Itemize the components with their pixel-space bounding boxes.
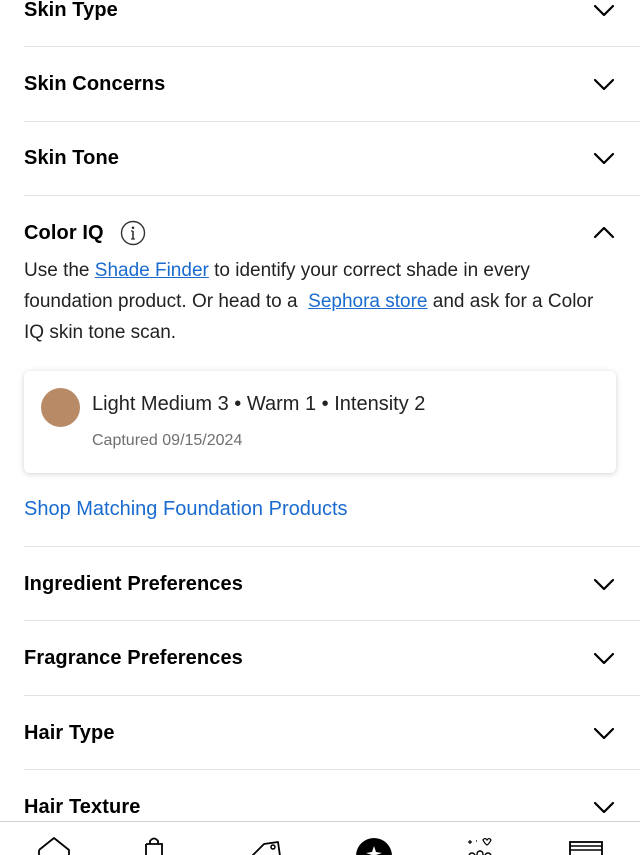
chevron-down-icon — [593, 578, 615, 591]
section-title: Color IQ — [24, 221, 104, 244]
section-skin-tone[interactable]: Skin Tone — [24, 142, 616, 174]
chevron-down-icon — [593, 78, 615, 91]
shop-bag-icon — [145, 837, 163, 855]
chevron-up-icon — [593, 226, 615, 239]
divider — [24, 195, 640, 196]
beauty-insider-icon — [356, 838, 392, 855]
shade-finder-link[interactable]: Shade Finder — [95, 260, 209, 281]
nav-store[interactable] — [566, 836, 606, 855]
home-icon — [38, 837, 70, 855]
chevron-down-icon — [593, 652, 615, 665]
shop-matching-foundation-link[interactable]: Shop Matching Foundation Products — [24, 498, 348, 521]
section-color-iq[interactable]: Color IQ — [24, 217, 616, 249]
divider — [24, 121, 640, 122]
store-icon — [569, 841, 603, 855]
divider — [24, 46, 640, 47]
community-icon — [468, 837, 492, 855]
section-title: Skin Tone — [24, 146, 119, 169]
nav-shop[interactable] — [134, 836, 174, 855]
chevron-down-icon — [593, 727, 615, 740]
divider — [24, 620, 640, 621]
section-title: Hair Texture — [24, 795, 141, 818]
chevron-down-icon — [593, 801, 615, 814]
divider — [24, 695, 640, 696]
shade-swatch — [41, 388, 80, 427]
divider — [24, 546, 640, 547]
nav-beauty-insider[interactable] — [354, 836, 394, 855]
info-icon[interactable] — [120, 220, 146, 246]
section-hair-texture[interactable]: Hair Texture — [24, 791, 616, 823]
captured-date: Captured 09/15/2024 — [92, 432, 243, 449]
section-title: Skin Type — [24, 0, 118, 21]
section-skin-type[interactable]: Skin Type — [24, 0, 616, 26]
desc-text: Use the — [24, 260, 95, 281]
chevron-down-icon — [593, 152, 615, 165]
divider — [24, 769, 640, 770]
section-title: Hair Type — [24, 721, 115, 744]
sephora-store-link[interactable]: Sephora store — [308, 291, 427, 312]
section-fragrance-preferences[interactable]: Fragrance Preferences — [24, 642, 616, 674]
color-iq-description: Use the Shade Finder to identify your co… — [24, 255, 610, 348]
section-ingredient-preferences[interactable]: Ingredient Preferences — [24, 568, 616, 600]
section-hair-type[interactable]: Hair Type — [24, 717, 616, 749]
section-title: Fragrance Preferences — [24, 646, 243, 669]
section-title: Skin Concerns — [24, 72, 166, 95]
nav-home[interactable] — [34, 836, 74, 855]
color-iq-card: Light Medium 3 • Warm 1 • Intensity 2 Ca… — [24, 371, 616, 473]
offers-tag-icon — [251, 841, 281, 855]
section-skin-concerns[interactable]: Skin Concerns — [24, 68, 616, 100]
shade-value: Light Medium 3 • Warm 1 • Intensity 2 — [92, 393, 426, 415]
chevron-down-icon — [593, 4, 615, 17]
nav-community[interactable] — [460, 836, 500, 855]
bottom-nav — [0, 821, 640, 855]
nav-offers[interactable] — [246, 836, 286, 855]
section-title: Ingredient Preferences — [24, 572, 243, 595]
